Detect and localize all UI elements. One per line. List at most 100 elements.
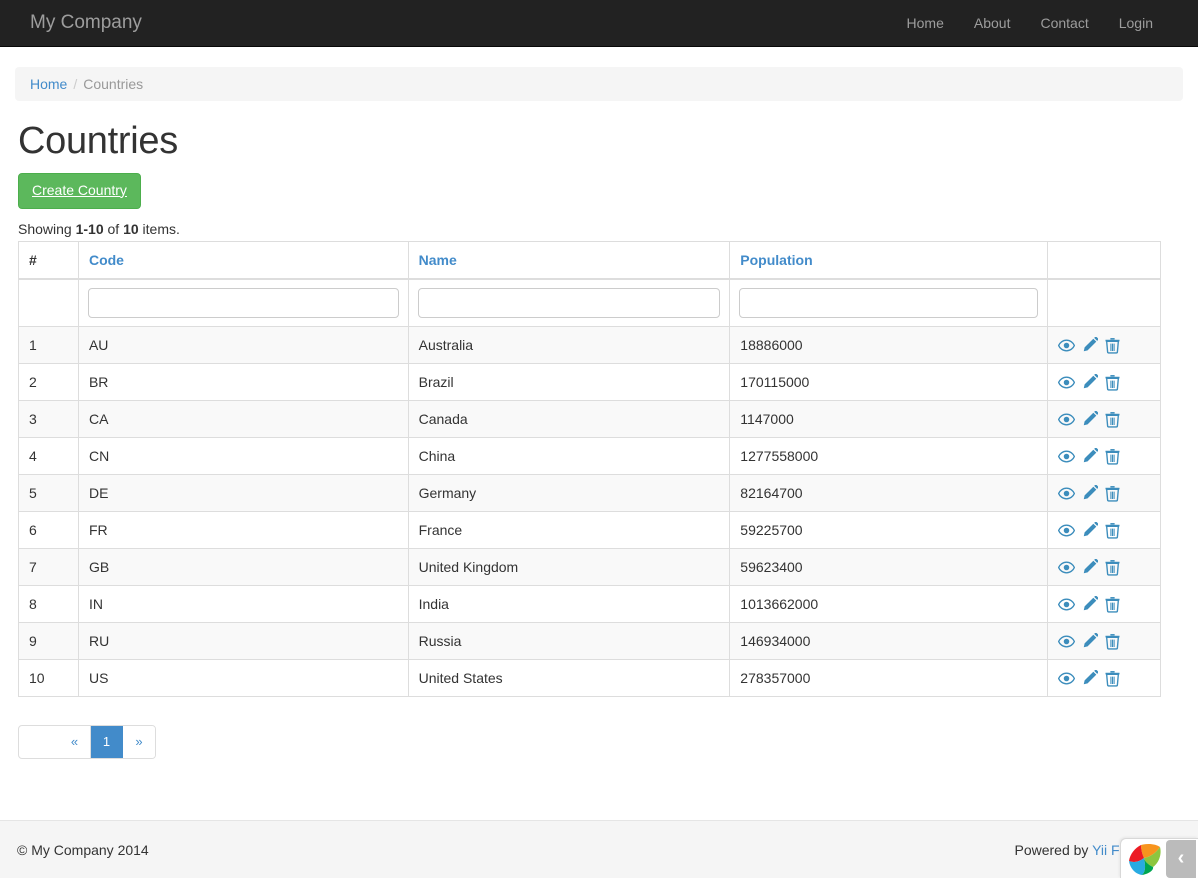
table-row: 7GBUnited Kingdom59623400: [19, 548, 1161, 585]
column-header-name[interactable]: Name: [408, 241, 730, 279]
cell-population: 59623400: [730, 548, 1048, 585]
delete-icon[interactable]: [1104, 448, 1121, 465]
sort-link-code[interactable]: Code: [89, 252, 124, 268]
cell-population: 1277558000: [730, 437, 1048, 474]
table-row: 8INIndia1013662000: [19, 585, 1161, 622]
delete-icon[interactable]: [1104, 670, 1121, 687]
column-header-hash: #: [19, 241, 79, 279]
view-icon[interactable]: [1058, 559, 1075, 576]
update-icon[interactable]: [1081, 448, 1098, 465]
summary-prefix: Showing: [18, 221, 76, 237]
breadcrumb-link-home[interactable]: Home: [30, 76, 67, 92]
filter-input-population[interactable]: [739, 288, 1038, 318]
footer-copyright: © My Company 2014: [17, 842, 149, 858]
table-head: # Code Name Population: [19, 241, 1161, 326]
create-country-button[interactable]: Create Country: [18, 173, 141, 209]
delete-icon[interactable]: [1104, 374, 1121, 391]
pagination-next[interactable]: »: [123, 726, 155, 758]
filter-cell-code: [78, 279, 408, 327]
nav-link-about[interactable]: About: [959, 0, 1026, 46]
pagination-next-item[interactable]: »: [123, 726, 155, 758]
pagination: «1»: [18, 725, 156, 759]
sort-link-population[interactable]: Population: [740, 252, 812, 268]
nav-link-login[interactable]: Login: [1104, 0, 1168, 46]
delete-icon[interactable]: [1104, 411, 1121, 428]
cell-code: RU: [78, 622, 408, 659]
delete-icon[interactable]: [1104, 522, 1121, 539]
update-icon[interactable]: [1081, 411, 1098, 428]
nav-link-home[interactable]: Home: [892, 0, 959, 46]
cell-actions: [1048, 400, 1161, 437]
view-icon[interactable]: [1058, 633, 1075, 650]
cell-num: 5: [19, 474, 79, 511]
footer-inner: © My Company 2014 Powered by Yii Framewo…: [15, 842, 1183, 858]
view-icon[interactable]: [1058, 337, 1075, 354]
view-icon[interactable]: [1058, 670, 1075, 687]
table-header-row: # Code Name Population: [19, 241, 1161, 279]
cell-num: 10: [19, 659, 79, 696]
cell-name: France: [408, 511, 730, 548]
navbar-brand[interactable]: My Company: [0, 0, 157, 46]
breadcrumb-item-home[interactable]: Home: [30, 76, 67, 92]
cell-actions: [1048, 511, 1161, 548]
cell-name: Brazil: [408, 363, 730, 400]
yii-debug-badge[interactable]: ‹: [1120, 838, 1198, 878]
column-header-actions: [1048, 241, 1161, 279]
filter-cell-population: [730, 279, 1048, 327]
cell-code: CA: [78, 400, 408, 437]
update-icon[interactable]: [1081, 633, 1098, 650]
cell-actions: [1048, 437, 1161, 474]
update-icon[interactable]: [1081, 670, 1098, 687]
pagination-page-1[interactable]: 1: [91, 726, 123, 758]
view-icon[interactable]: [1058, 411, 1075, 428]
breadcrumb: Home / Countries: [15, 67, 1183, 101]
update-icon[interactable]: [1081, 374, 1098, 391]
pagination-prev-item[interactable]: «: [59, 726, 91, 758]
cell-num: 3: [19, 400, 79, 437]
filter-input-name[interactable]: [418, 288, 721, 318]
view-icon[interactable]: [1058, 374, 1075, 391]
cell-actions: [1048, 474, 1161, 511]
cell-population: 59225700: [730, 511, 1048, 548]
column-header-code[interactable]: Code: [78, 241, 408, 279]
nav-link-contact[interactable]: Contact: [1025, 0, 1103, 46]
countries-table: # Code Name Population: [18, 241, 1161, 697]
column-header-population[interactable]: Population: [730, 241, 1048, 279]
view-icon[interactable]: [1058, 448, 1075, 465]
filter-input-code[interactable]: [88, 288, 399, 318]
breadcrumb-separator: /: [67, 76, 83, 92]
table-row: 9RURussia146934000: [19, 622, 1161, 659]
cell-code: IN: [78, 585, 408, 622]
update-icon[interactable]: [1081, 596, 1098, 613]
view-icon[interactable]: [1058, 596, 1075, 613]
page-title: Countries: [18, 121, 1183, 163]
delete-icon[interactable]: [1104, 485, 1121, 502]
update-icon[interactable]: [1081, 522, 1098, 539]
delete-icon[interactable]: [1104, 596, 1121, 613]
delete-icon[interactable]: [1104, 559, 1121, 576]
delete-icon[interactable]: [1104, 337, 1121, 354]
view-icon[interactable]: [1058, 485, 1075, 502]
cell-code: FR: [78, 511, 408, 548]
cell-population: 1013662000: [730, 585, 1048, 622]
cell-population: 82164700: [730, 474, 1048, 511]
update-icon[interactable]: [1081, 337, 1098, 354]
summary-total: 10: [123, 221, 139, 237]
update-icon[interactable]: [1081, 559, 1098, 576]
table-row: 10USUnited States278357000: [19, 659, 1161, 696]
top-navbar: My Company Home About Contact Login: [0, 0, 1198, 47]
pagination-prev[interactable]: «: [59, 726, 91, 758]
cell-name: Canada: [408, 400, 730, 437]
grid-summary: Showing 1-10 of 10 items.: [18, 221, 1183, 237]
cell-num: 8: [19, 585, 79, 622]
debug-panel-toggle-icon[interactable]: ‹: [1166, 840, 1196, 878]
cell-actions: [1048, 548, 1161, 585]
main-container: Home / Countries Countries Create Countr…: [15, 47, 1183, 820]
delete-icon[interactable]: [1104, 633, 1121, 650]
cell-code: DE: [78, 474, 408, 511]
view-icon[interactable]: [1058, 522, 1075, 539]
sort-link-name[interactable]: Name: [419, 252, 457, 268]
pagination-page-1-item[interactable]: 1: [91, 726, 123, 758]
navbar-links: Home About Contact Login: [892, 0, 1183, 46]
update-icon[interactable]: [1081, 485, 1098, 502]
